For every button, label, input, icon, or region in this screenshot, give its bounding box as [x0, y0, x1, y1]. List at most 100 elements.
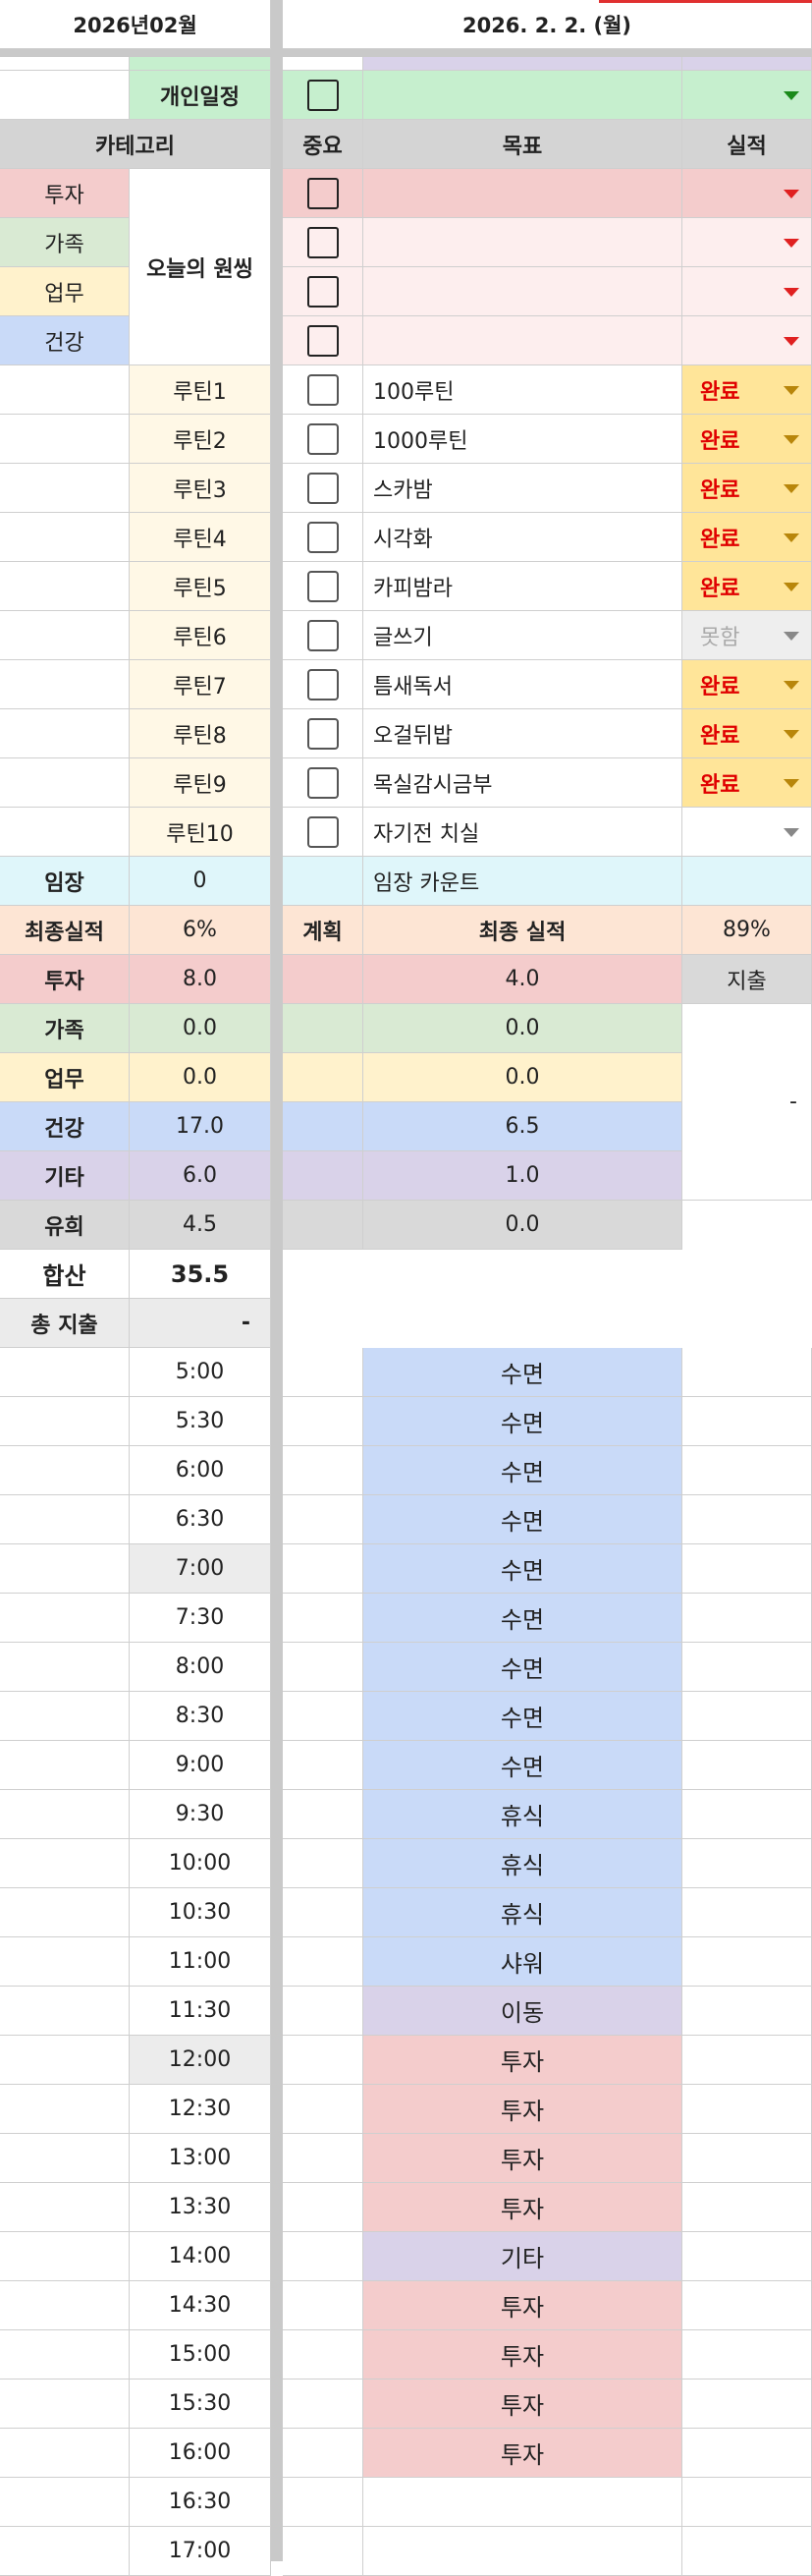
column-header-goal: 목표	[363, 120, 682, 169]
onething-result[interactable]	[682, 169, 812, 218]
routine-status[interactable]: 완료	[682, 709, 812, 758]
schedule-activity[interactable]: 수면	[363, 1348, 682, 1397]
dropdown-arrow-icon[interactable]	[784, 287, 799, 297]
onething-goal[interactable]	[363, 267, 682, 316]
checkbox[interactable]	[306, 79, 339, 111]
cell-empty	[682, 1544, 812, 1594]
checkbox[interactable]	[306, 472, 339, 504]
personal-result[interactable]	[682, 71, 812, 120]
dropdown-arrow-icon[interactable]	[784, 827, 799, 837]
schedule-time: 14:00	[130, 2232, 271, 2281]
schedule-activity[interactable]	[363, 2478, 682, 2527]
checkbox[interactable]	[306, 570, 339, 602]
onething-goal[interactable]	[363, 218, 682, 267]
checkbox[interactable]	[306, 766, 339, 799]
final-result-label-text: 최종 실적	[478, 920, 567, 945]
dropdown-arrow-icon[interactable]	[784, 778, 799, 788]
schedule-activity[interactable]: 휴식	[363, 1839, 682, 1888]
onething-result[interactable]	[682, 218, 812, 267]
cell-empty	[682, 2527, 812, 2576]
onething-result[interactable]	[682, 316, 812, 365]
routine-status[interactable]	[682, 808, 812, 857]
cell-empty	[0, 2036, 130, 2085]
dropdown-arrow-icon[interactable]	[784, 532, 799, 542]
schedule-activity[interactable]: 투자	[363, 2085, 682, 2134]
schedule-activity[interactable]	[363, 2527, 682, 2576]
routine-label: 루틴6	[130, 611, 271, 660]
checkbox[interactable]	[306, 275, 339, 308]
cell-partial	[130, 57, 271, 71]
dropdown-arrow-icon[interactable]	[784, 582, 799, 591]
schedule-activity[interactable]: 수면	[363, 1544, 682, 1594]
schedule-activity[interactable]: 휴식	[363, 1790, 682, 1839]
cell-empty	[0, 562, 130, 611]
dropdown-arrow-icon[interactable]	[784, 631, 799, 641]
schedule-activity[interactable]: 수면	[363, 1495, 682, 1544]
summary-value-text: 6.0	[183, 1163, 217, 1188]
checkbox[interactable]	[306, 815, 339, 848]
checkbox[interactable]	[306, 619, 339, 651]
dropdown-arrow-icon[interactable]	[784, 434, 799, 444]
checkbox[interactable]	[306, 422, 339, 455]
summary-plan	[283, 1004, 363, 1053]
checkbox[interactable]	[306, 373, 339, 406]
plan-label-text: 계획	[302, 920, 343, 945]
dropdown-arrow-icon[interactable]	[784, 189, 799, 198]
schedule-activity[interactable]: 수면	[363, 1643, 682, 1692]
checkbox[interactable]	[306, 521, 339, 553]
final-pct: 6%	[130, 906, 271, 955]
schedule-activity[interactable]: 수면	[363, 1594, 682, 1643]
schedule-activity[interactable]: 투자	[363, 2183, 682, 2232]
routine-status[interactable]: 완료	[682, 415, 812, 464]
dropdown-arrow-icon[interactable]	[784, 385, 799, 395]
schedule-activity[interactable]: 휴식	[363, 1888, 682, 1937]
routine-status-text: 못함	[700, 625, 740, 650]
checkbox[interactable]	[306, 324, 339, 357]
dropdown-arrow-icon[interactable]	[784, 336, 799, 346]
schedule-activity[interactable]: 수면	[363, 1446, 682, 1495]
schedule-activity[interactable]: 투자	[363, 2281, 682, 2330]
schedule-activity[interactable]: 투자	[363, 2330, 682, 2380]
schedule-activity-text: 이동	[500, 1999, 545, 2027]
onething-result[interactable]	[682, 267, 812, 316]
checkbox[interactable]	[306, 668, 339, 700]
cell-empty	[0, 365, 130, 415]
schedule-activity[interactable]: 수면	[363, 1692, 682, 1741]
routine-status[interactable]: 완료	[682, 758, 812, 808]
schedule-activity[interactable]: 투자	[363, 2380, 682, 2429]
routine-status[interactable]: 완료	[682, 464, 812, 513]
checkbox[interactable]	[306, 177, 339, 209]
category-0: 투자	[0, 169, 130, 218]
schedule-activity[interactable]: 기타	[363, 2232, 682, 2281]
dropdown-arrow-icon[interactable]	[784, 680, 799, 690]
cell-empty	[0, 2330, 130, 2380]
schedule-activity[interactable]: 수면	[363, 1397, 682, 1446]
schedule-activity[interactable]: 샤워	[363, 1937, 682, 1987]
schedule-activity[interactable]: 투자	[363, 2429, 682, 2478]
schedule-activity[interactable]: 투자	[363, 2036, 682, 2085]
onething-goal[interactable]	[363, 316, 682, 365]
schedule-activity[interactable]: 이동	[363, 1987, 682, 2036]
summary-final: 6.5	[363, 1102, 682, 1151]
dropdown-arrow-icon[interactable]	[784, 238, 799, 248]
schedule-activity[interactable]: 투자	[363, 2134, 682, 2183]
dropdown-arrow-icon[interactable]	[784, 90, 799, 100]
schedule-time: 12:00	[130, 2036, 271, 2085]
checkbox[interactable]	[306, 226, 339, 258]
dropdown-arrow-icon[interactable]	[784, 729, 799, 739]
routine-status[interactable]: 완료	[682, 562, 812, 611]
onething-goal[interactable]	[363, 169, 682, 218]
routine-status[interactable]: 완료	[682, 513, 812, 562]
routine-status[interactable]: 완료	[682, 660, 812, 709]
personal-goal[interactable]	[363, 71, 682, 120]
routine-status[interactable]: 못함	[682, 611, 812, 660]
cell-empty	[682, 2232, 812, 2281]
routine-label-text: 루틴6	[173, 625, 227, 650]
checkbox[interactable]	[306, 717, 339, 750]
cell-empty	[283, 1790, 363, 1839]
cell-empty	[0, 1643, 130, 1692]
dropdown-arrow-icon[interactable]	[784, 483, 799, 493]
routine-status[interactable]: 완료	[682, 365, 812, 415]
routine-goal-text: 목실감시금부	[373, 772, 493, 798]
schedule-activity[interactable]: 수면	[363, 1741, 682, 1790]
